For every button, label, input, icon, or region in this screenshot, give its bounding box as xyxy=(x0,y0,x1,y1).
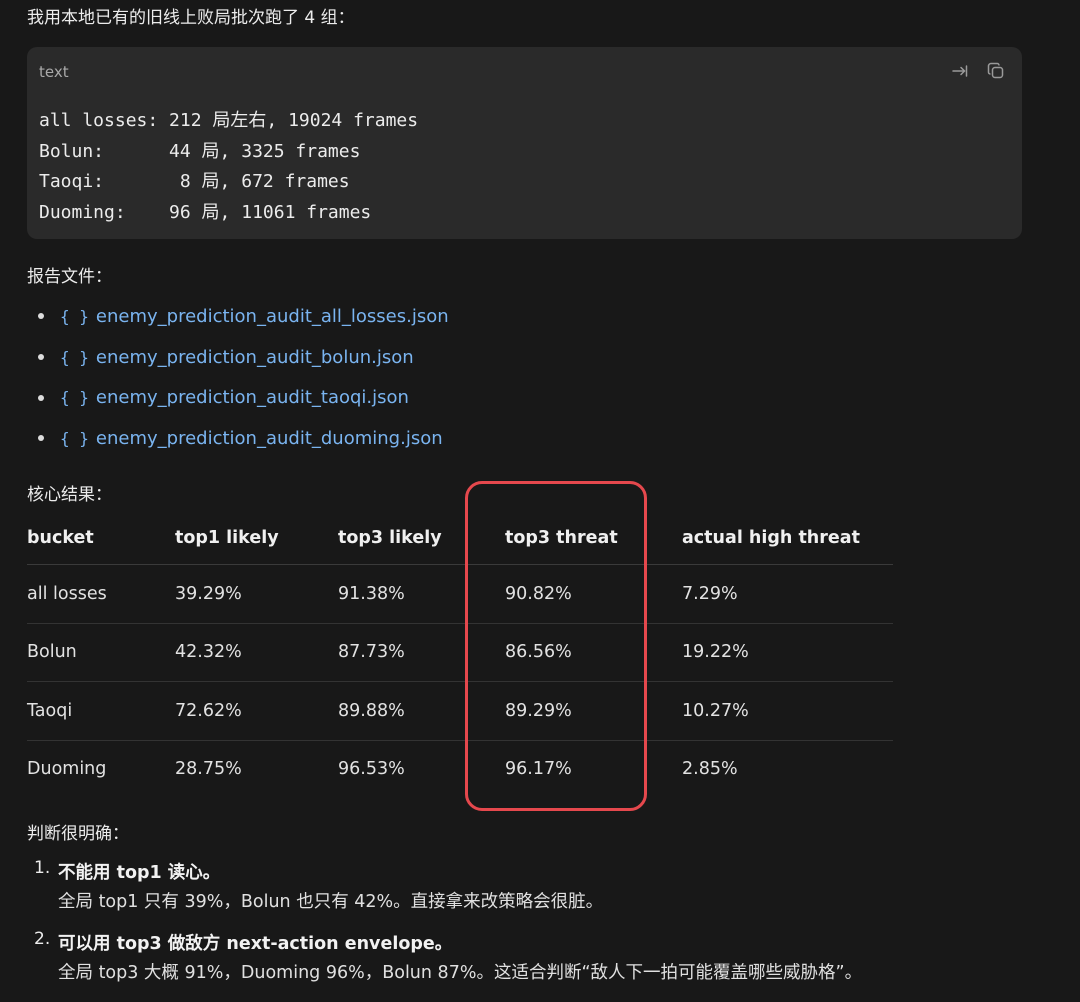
list-item: 2. 可以用 top3 做敌方 next-action envelope。 全局… xyxy=(34,929,1044,987)
list-item: { } enemy_prediction_audit_taoqi.json xyxy=(27,377,449,418)
bullet-icon xyxy=(38,313,44,320)
json-file-icon: { } xyxy=(60,388,89,408)
bullet-icon xyxy=(38,435,44,442)
json-file-icon: { } xyxy=(60,347,89,367)
results-label: 核心结果： xyxy=(27,485,112,505)
results-table: bucket top1 likely top3 likely top3 thre… xyxy=(27,512,893,798)
table-row: Bolun 42.32% 87.73% 86.56% 19.22% xyxy=(27,623,893,682)
table-cell: 42.32% xyxy=(175,623,338,682)
conclusion-body: 全局 top1 只有 39%，Bolun 也只有 42%。直接拿来改策略会很脏。 xyxy=(58,892,604,912)
file-link[interactable]: enemy_prediction_audit_bolun.json xyxy=(96,347,414,368)
highlight-annotation-box xyxy=(465,481,647,811)
table-cell: 7.29% xyxy=(682,564,893,624)
code-actions xyxy=(950,61,1006,81)
file-link[interactable]: enemy_prediction_audit_taoqi.json xyxy=(96,387,409,408)
copy-icon[interactable] xyxy=(986,61,1006,81)
code-language-label: text xyxy=(39,63,69,81)
code-content: all losses: 212 局左右, 19024 frames Bolun:… xyxy=(39,106,418,228)
conclusion-heading: 可以用 top3 做敌方 next-action envelope。 xyxy=(58,934,453,954)
json-file-icon: { } xyxy=(60,428,89,448)
table-cell: 39.29% xyxy=(175,564,338,624)
intro-text: 我用本地已有的旧线上败局批次跑了 4 组： xyxy=(27,8,355,28)
list-number: 1. xyxy=(34,858,51,878)
column-header: actual high threat xyxy=(682,512,893,565)
json-file-icon: { } xyxy=(60,306,89,326)
table-header-row: bucket top1 likely top3 likely top3 thre… xyxy=(27,512,893,565)
table-cell: Bolun xyxy=(27,623,175,682)
report-files-label: 报告文件： xyxy=(27,267,112,287)
report-file-list: { } enemy_prediction_audit_all_losses.js… xyxy=(27,296,449,459)
bullet-icon xyxy=(38,354,44,361)
column-header: bucket xyxy=(27,512,175,565)
table-row: Duoming 28.75% 96.53% 96.17% 2.85% xyxy=(27,740,893,798)
judgement-label: 判断很明确： xyxy=(27,824,129,844)
table-cell: 10.27% xyxy=(682,681,893,741)
code-line: all losses: 212 局左右, 19024 frames xyxy=(39,110,419,131)
code-line: Taoqi: 8 局, 672 frames xyxy=(39,171,350,192)
code-line: Bolun: 44 局, 3325 frames xyxy=(39,140,361,162)
file-link[interactable]: enemy_prediction_audit_all_losses.json xyxy=(96,306,449,327)
table-row: Taoqi 72.62% 89.88% 89.29% 10.27% xyxy=(27,681,893,741)
table-cell: all losses xyxy=(27,564,175,624)
list-item: { } enemy_prediction_audit_duoming.json xyxy=(27,418,449,459)
bullet-icon xyxy=(38,394,44,401)
table-cell: 2.85% xyxy=(682,759,738,780)
table-cell: 28.75% xyxy=(175,759,242,780)
table-cell: 72.62% xyxy=(175,681,338,741)
list-number: 2. xyxy=(34,929,51,949)
table-row: all losses 39.29% 91.38% 90.82% 7.29% xyxy=(27,564,893,624)
table-cell: Duoming xyxy=(27,759,107,780)
list-item: { } enemy_prediction_audit_all_losses.js… xyxy=(27,296,449,337)
table-cell: Taoqi xyxy=(27,681,175,741)
file-link[interactable]: enemy_prediction_audit_duoming.json xyxy=(96,428,443,449)
conclusion-heading: 不能用 top1 读心。 xyxy=(58,863,221,883)
table-cell: 19.22% xyxy=(682,623,893,682)
column-header: top1 likely xyxy=(175,512,338,565)
list-item: 1. 不能用 top1 读心。 全局 top1 只有 39%，Bolun 也只有… xyxy=(34,858,1044,916)
code-line: Duoming: 96 局, 11061 frames xyxy=(39,201,372,223)
conclusion-body: 全局 top3 大概 91%，Duoming 96%，Bolun 87%。这适合… xyxy=(58,963,863,983)
list-item: { } enemy_prediction_audit_bolun.json xyxy=(27,337,449,378)
conclusion-list: 1. 不能用 top1 读心。 全局 top1 只有 39%，Bolun 也只有… xyxy=(34,858,1044,1000)
code-block: text all losses: 212 局左右, 19024 frames B… xyxy=(27,47,1022,239)
wrap-icon[interactable] xyxy=(950,61,970,81)
